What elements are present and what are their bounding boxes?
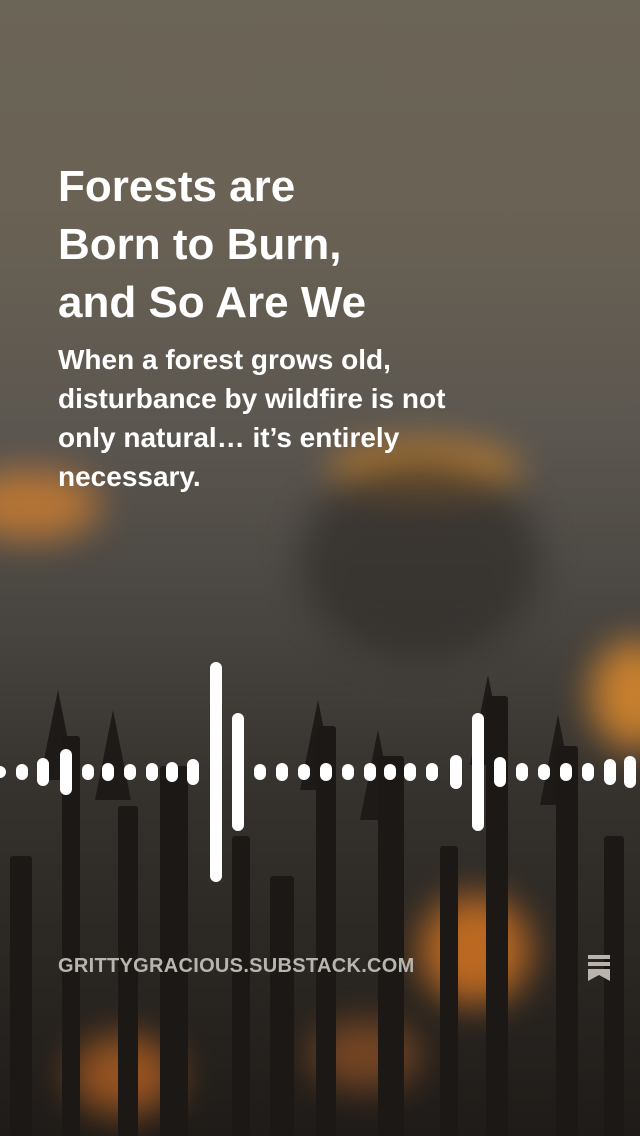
waveform-bar xyxy=(342,764,354,780)
waveform-bar xyxy=(232,713,244,831)
headline-line: and So Are We xyxy=(58,278,367,327)
subtext-line: only natural… it’s entirely xyxy=(58,422,400,453)
waveform-bar xyxy=(37,758,49,786)
audio-waveform xyxy=(0,650,640,900)
waveform-bar xyxy=(210,662,222,882)
publication-url[interactable]: GRITTYGRACIOUS.SUBSTACK.COM xyxy=(58,955,415,978)
subtext-line: When a forest grows old, xyxy=(58,344,391,375)
waveform-bar xyxy=(187,759,199,785)
headline-line: Forests are xyxy=(58,162,296,211)
waveform-bar xyxy=(60,749,72,795)
waveform-bar xyxy=(0,766,6,778)
waveform-bar xyxy=(166,762,178,782)
bookmark-icon[interactable] xyxy=(588,955,610,981)
story-subtext: When a forest grows old, disturbance by … xyxy=(58,340,558,496)
waveform-bar xyxy=(494,757,506,787)
waveform-bar xyxy=(404,763,416,781)
waveform-bar xyxy=(450,755,462,789)
waveform-bar xyxy=(384,764,396,780)
waveform-bar xyxy=(82,764,94,780)
subtext-line: necessary. xyxy=(58,461,201,492)
tree-silhouette xyxy=(270,876,294,1136)
waveform-bar xyxy=(624,756,636,788)
waveform-bar xyxy=(516,763,528,781)
waveform-bar xyxy=(320,763,332,781)
waveform-bar xyxy=(426,763,438,781)
waveform-bar xyxy=(16,764,28,780)
story-card: Forests are Born to Burn, and So Are We … xyxy=(0,0,640,1136)
waveform-bar xyxy=(124,764,136,780)
waveform-bar xyxy=(472,713,484,831)
waveform-bar xyxy=(364,763,376,781)
waveform-bar xyxy=(604,759,616,785)
waveform-bar xyxy=(254,764,266,780)
headline-line: Born to Burn, xyxy=(58,220,342,269)
subtext-line: disturbance by wildfire is not xyxy=(58,383,446,414)
fire-glow xyxy=(420,895,530,1005)
waveform-bar xyxy=(560,763,572,781)
waveform-bar xyxy=(582,763,594,781)
waveform-bar xyxy=(298,764,310,780)
story-headline: Forests are Born to Burn, and So Are We xyxy=(58,158,558,332)
waveform-bar xyxy=(538,764,550,780)
waveform-bar xyxy=(276,763,288,781)
waveform-bar xyxy=(146,763,158,781)
waveform-bar xyxy=(102,763,114,781)
